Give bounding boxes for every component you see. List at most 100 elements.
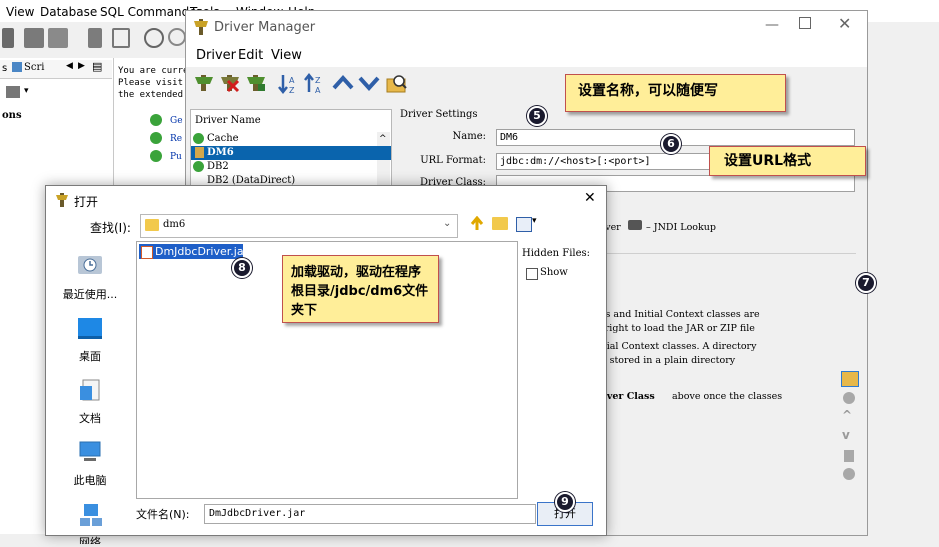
description-line-2: he right to load the JAR or ZIP file — [590, 323, 755, 334]
driver-file-icon[interactable] — [844, 450, 854, 462]
up-folder-icon[interactable] — [470, 215, 484, 232]
chevron-down-icon[interactable]: ⌄ — [443, 218, 451, 229]
list-item[interactable]: Cache — [191, 132, 391, 146]
arrow-right-icon — [150, 114, 162, 126]
url-tip-callout: 设置URL格式 — [709, 146, 866, 176]
welcome-link-1[interactable]: Ge — [170, 116, 183, 126]
welcome-link-2[interactable]: Re — [170, 134, 182, 144]
tab-scroll-left-icon[interactable]: ◀ — [66, 61, 73, 71]
description-line-1: vers and Initial Context classes are — [590, 309, 760, 320]
look-in-label: 查找(I): — [90, 221, 131, 235]
sort-descending-icon[interactable]: ZA — [304, 72, 324, 95]
tree-toolbar-icon[interactable] — [6, 86, 20, 98]
welcome-link-3[interactable]: Pu — [170, 152, 182, 162]
connect-icon[interactable] — [2, 28, 14, 48]
delete-driver-icon[interactable] — [220, 73, 240, 93]
look-in-combo[interactable]: dm6 ⌄ — [140, 214, 458, 238]
jndi-lookup-label[interactable]: – JNDI Lookup — [646, 222, 716, 233]
settings-header: Driver Settings — [400, 109, 478, 120]
place-documents[interactable]: 文档 — [46, 378, 134, 426]
sort-ascending-icon[interactable]: AZ — [278, 73, 298, 95]
description-line-3: Initial Context classes. A directory — [590, 341, 757, 352]
timer-icon[interactable] — [144, 28, 164, 48]
maximize-icon[interactable] — [799, 17, 811, 29]
arrow-right-icon — [150, 132, 162, 144]
place-network[interactable]: 网络 — [46, 502, 134, 547]
show-hidden-checkbox[interactable] — [526, 268, 538, 280]
computer-icon — [76, 440, 104, 466]
place-label: 网络 — [79, 536, 101, 544]
find-driver-icon[interactable] — [386, 73, 407, 93]
place-this-pc[interactable]: 此电脑 — [46, 440, 134, 488]
arrow-right-icon — [150, 150, 162, 162]
step-badge-7: 7 — [856, 273, 876, 293]
svg-text:A: A — [289, 76, 295, 85]
file-name-field[interactable]: DmJdbcDriver.jar — [204, 504, 536, 524]
show-hidden-label: Show — [540, 267, 568, 278]
move-up-icon[interactable]: ^ — [842, 408, 852, 422]
jar-icon — [141, 246, 153, 259]
svg-text:Z: Z — [315, 76, 321, 85]
script-tab-icon — [12, 62, 22, 72]
driver-files-toolbar: ^ v — [838, 368, 860, 508]
list-item-selected[interactable]: DM6 — [191, 146, 391, 160]
view-menu-dropdown-icon[interactable]: ▾ — [532, 216, 537, 226]
driver-list-header: Driver Name — [195, 115, 261, 126]
step-badge-8: 8 — [232, 258, 252, 278]
step-badge-6: 6 — [661, 134, 681, 154]
move-up-icon[interactable] — [332, 73, 354, 93]
name-label: Name: — [452, 131, 486, 142]
driver-manager-menubar: Driver Edit View — [186, 45, 867, 67]
folder-icon — [145, 219, 159, 231]
dbvis-app-icon — [56, 193, 68, 207]
tree-toolbar-dropdown-icon[interactable]: ▾ — [24, 86, 29, 96]
minimize-icon[interactable]: — — [765, 17, 779, 33]
close-icon[interactable]: ✕ — [838, 14, 851, 33]
tab-list-icon[interactable]: ▤ — [92, 60, 102, 73]
step-badge-9: 9 — [555, 492, 575, 512]
places-bar: 最近使用... 桌面 文档 此电脑 网络 — [46, 244, 134, 544]
menu-edit[interactable]: Edit — [238, 48, 263, 63]
place-label: 桌面 — [79, 350, 101, 363]
reconnect-icon[interactable] — [48, 28, 68, 48]
open-dialog-title: 打开 — [74, 195, 99, 209]
new-folder-icon[interactable] — [492, 217, 508, 230]
driver-name: DB2 — [207, 161, 229, 172]
menu-driver[interactable]: Driver — [196, 48, 236, 63]
document-icon[interactable] — [112, 28, 130, 48]
tree-item[interactable]: ons — [2, 110, 22, 121]
description-tail: above once the classes — [672, 391, 783, 402]
copy-driver-icon[interactable] — [246, 73, 266, 93]
look-in-value: dm6 — [163, 219, 186, 230]
menu-view[interactable]: View — [271, 48, 302, 63]
view-menu-icon[interactable] — [516, 217, 532, 232]
list-item[interactable]: DB2 — [191, 160, 391, 174]
move-down-icon[interactable] — [358, 73, 380, 93]
dbvis-app-icon — [194, 19, 208, 35]
place-recent[interactable]: 最近使用... — [46, 254, 134, 302]
load-folder-icon[interactable] — [841, 371, 859, 387]
svg-text:Z: Z — [289, 86, 295, 95]
tab-scripts[interactable]: Scri — [24, 62, 44, 73]
place-desktop[interactable]: 桌面 — [46, 316, 134, 364]
name-tip-callout: 设置名称，可以随便写 — [565, 74, 786, 112]
disconnect-icon[interactable] — [24, 28, 44, 48]
menu-database[interactable]: Database — [40, 5, 97, 19]
place-label: 最近使用... — [62, 288, 118, 301]
open-file-dialog: 打开 ✕ 查找(I): dm6 ⌄ ▾ 最近使用... 桌面 文档 此电脑 网络… — [45, 185, 607, 544]
file-name-label: 文件名(N): — [136, 508, 190, 521]
refresh-icon[interactable] — [843, 468, 855, 480]
close-icon[interactable]: ✕ — [584, 190, 596, 206]
tab-scroll-right-icon[interactable]: ▶ — [78, 61, 85, 71]
list-item-selected[interactable]: DmJdbcDriver.jar — [139, 244, 248, 259]
history-icon[interactable] — [168, 28, 186, 46]
driver-icon — [195, 147, 204, 158]
file-name: DmJdbcDriver.jar — [155, 245, 249, 258]
database-icon[interactable] — [88, 28, 102, 48]
remove-icon[interactable] — [843, 392, 855, 404]
new-driver-icon[interactable] — [194, 73, 214, 93]
place-label: 文档 — [79, 412, 101, 425]
menu-view[interactable]: View — [6, 5, 34, 19]
move-down-icon[interactable]: v — [842, 428, 850, 442]
check-icon — [193, 161, 204, 172]
